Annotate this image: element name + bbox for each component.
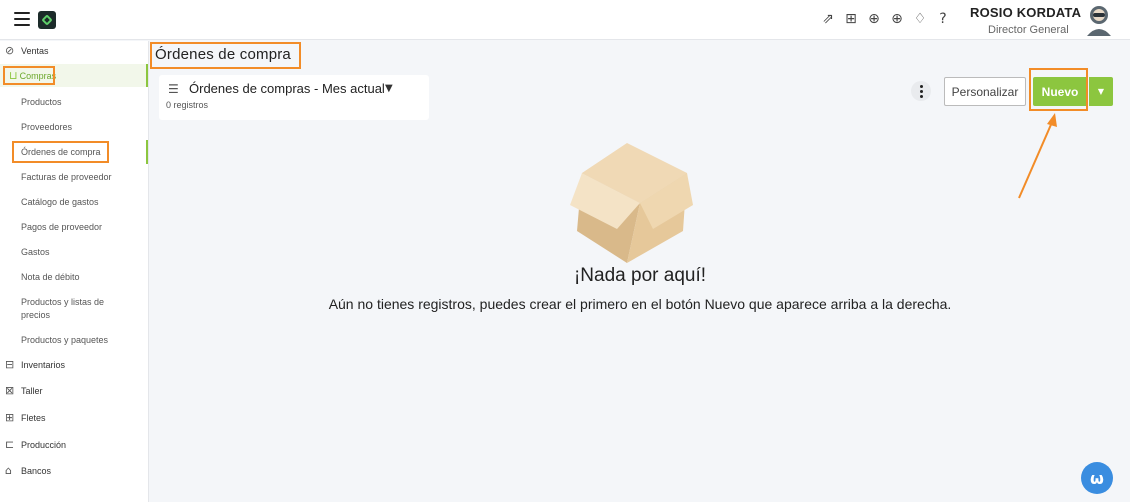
- sidebar-item-label: Ventas: [21, 46, 49, 56]
- empty-box-illustration: [570, 143, 693, 263]
- empty-state-message: Aún no tienes registros, puedes crear el…: [328, 296, 952, 312]
- chat-icon: ω: [1090, 468, 1104, 488]
- sidebar-item-proveedores[interactable]: Proveedores: [0, 121, 148, 134]
- header-icons: ⇗ ⊞ ⊕ ⊕ ♢ ?: [820, 10, 951, 28]
- sidebar-item-catalogo-de-gastos[interactable]: Catálogo de gastos: [0, 196, 148, 209]
- app-logo[interactable]: [38, 11, 56, 29]
- sidebar-item-productos[interactable]: Productos: [0, 96, 148, 109]
- active-indicator: [146, 64, 148, 87]
- sidebar-item-ventas[interactable]: ⊘ Ventas: [0, 41, 148, 61]
- more-options-button[interactable]: [911, 81, 931, 101]
- sidebar-item-pagos-de-proveedor[interactable]: Pagos de proveedor: [0, 221, 148, 234]
- avatar[interactable]: [1084, 4, 1114, 36]
- zoom-icon[interactable]: ⊕: [866, 10, 882, 28]
- highlight-ordenes: [12, 141, 109, 163]
- list-icon: ☰: [168, 82, 179, 96]
- sidebar-item-bancos[interactable]: ⌂ Bancos: [0, 461, 148, 481]
- chevron-down-icon[interactable]: ▼: [385, 83, 393, 94]
- sidebar-item-label: Inventarios: [21, 360, 66, 370]
- external-link-icon[interactable]: ⇗: [820, 10, 836, 28]
- menu-icon[interactable]: [14, 12, 30, 26]
- sidebar-item-facturas-de-proveedor[interactable]: Facturas de proveedor: [0, 171, 148, 184]
- record-count: 0 registros: [166, 100, 209, 110]
- user-role: Director General: [988, 24, 1069, 36]
- sidebar-item-gastos[interactable]: Gastos: [0, 246, 148, 259]
- truck-icon: ⊞: [5, 411, 15, 424]
- bell-icon[interactable]: ♢: [912, 10, 928, 28]
- gift-icon[interactable]: ⊞: [843, 10, 859, 28]
- user-name[interactable]: ROSIO KORDATA: [970, 5, 1081, 20]
- nuevo-dropdown-button[interactable]: ▼: [1089, 77, 1113, 106]
- sidebar-item-label: Producción: [21, 440, 67, 450]
- sidebar-item-compras[interactable]: ⊔ Compras: [0, 64, 148, 87]
- chat-widget-button[interactable]: ω: [1081, 462, 1113, 494]
- top-bar: ⇗ ⊞ ⊕ ⊕ ♢ ? ROSIO KORDATA Director Gener…: [0, 0, 1130, 40]
- highlight-compras: [3, 66, 55, 85]
- personalizar-button[interactable]: Personalizar: [944, 77, 1026, 106]
- annotation-arrow: [1018, 113, 1057, 199]
- highlight-nuevo: [1029, 68, 1088, 111]
- bank-icon: ⌂: [5, 464, 12, 477]
- factory-icon: ⊏: [5, 438, 15, 451]
- ventas-icon: ⊘: [5, 44, 15, 57]
- view-name[interactable]: Órdenes de compras - Mes actual: [189, 81, 385, 96]
- view-selector[interactable]: ☰ Órdenes de compras - Mes actual ▼ 0 re…: [159, 75, 429, 120]
- sidebar-item-fletes[interactable]: ⊞ Fletes: [0, 408, 148, 428]
- active-indicator: [146, 140, 148, 164]
- sidebar-item-productos-paquetes[interactable]: Productos y paquetes: [0, 334, 148, 347]
- sidebar-item-taller[interactable]: ⊠ Taller: [0, 381, 148, 401]
- sidebar-item-label: Taller: [21, 386, 43, 396]
- empty-state-title: ¡Nada por aquí!: [573, 265, 707, 286]
- sidebar-item-produccion[interactable]: ⊏ Producción: [0, 435, 148, 455]
- inventory-icon: ⊟: [5, 358, 15, 371]
- help-icon[interactable]: ?: [935, 10, 951, 28]
- workshop-icon: ⊠: [5, 384, 15, 397]
- sidebar-item-inventarios[interactable]: ⊟ Inventarios: [0, 355, 148, 375]
- sidebar-item-label: Fletes: [21, 413, 46, 423]
- plus-circle-icon[interactable]: ⊕: [889, 10, 905, 28]
- page-title: Órdenes de compra: [155, 46, 291, 63]
- sidebar-item-label: Bancos: [21, 466, 52, 476]
